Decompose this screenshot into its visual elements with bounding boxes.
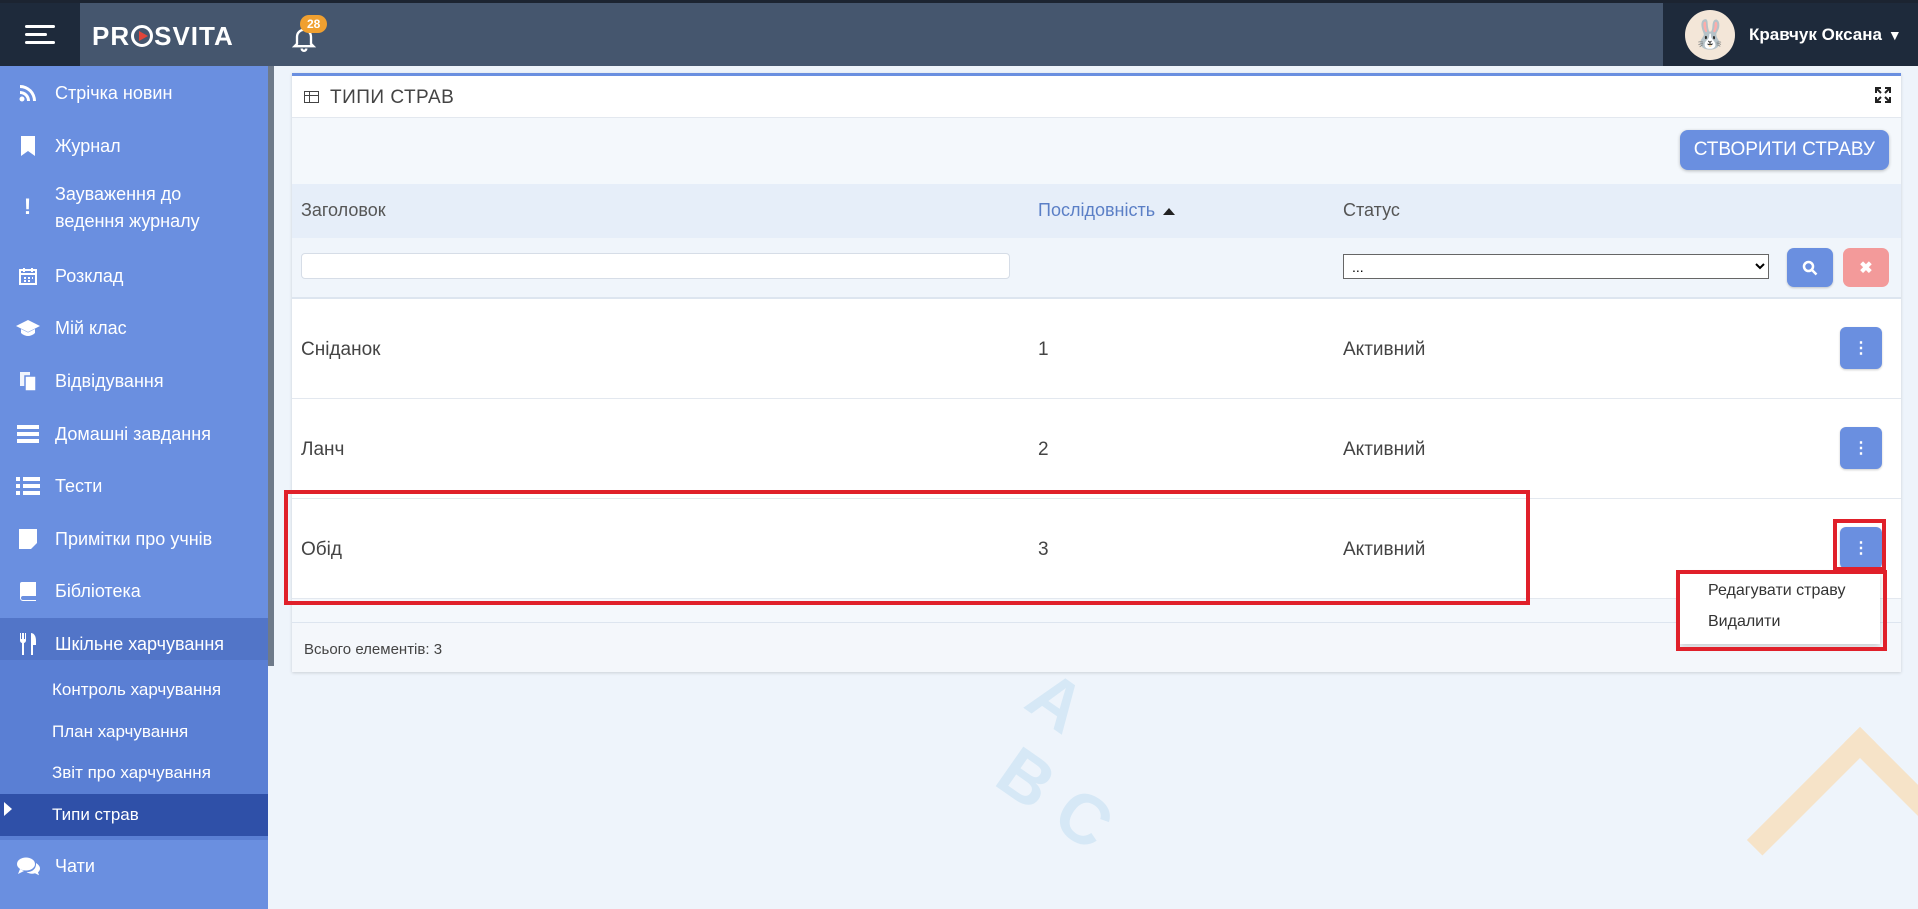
search-icon [1802,260,1818,275]
sidebar-item-label: Мій клас [55,317,127,338]
avatar: 🐰 [1685,9,1735,60]
close-icon: ✖ [1859,259,1873,277]
table-icon [304,91,319,103]
menu-item-delete[interactable]: Видалити [1708,613,1780,631]
sidebar-item-my-class[interactable]: Мій клас [0,313,268,343]
tasks-icon [0,425,55,443]
submenu-item-meal-control[interactable]: Контроль харчування [52,680,221,700]
submenu-item-dish-types[interactable]: Типи страв [52,805,139,825]
sidebar-item-label: Тести [55,475,103,496]
row-actions-menu: Редагувати страву Видалити [1680,574,1880,644]
sidebar-item-label: Відвідування [55,370,164,391]
sort-asc-icon [1163,207,1176,215]
cell-status: Активний [1343,439,1426,460]
menu-item-edit-dish[interactable]: Редагувати страву [1708,582,1845,600]
submenu-item-meal-plan[interactable]: План харчування [52,722,188,742]
sidebar-item-attendance[interactable]: Відвідування [0,366,268,396]
cell-sequence: 3 [1038,539,1049,560]
sidebar-item-schedule[interactable]: Розклад [0,261,268,291]
cell-title: Обід [301,539,342,560]
cell-sequence: 2 [1038,439,1049,460]
hamburger-icon [25,20,55,49]
sidebar-item-news[interactable]: Стрічка новин [0,78,268,108]
search-button[interactable] [1787,248,1833,287]
row-actions-button[interactable]: ⋮ [1840,327,1882,369]
title-filter-input[interactable] [301,253,1010,279]
book-icon [0,581,55,601]
list-icon [0,477,55,495]
cell-sequence: 1 [1038,339,1049,360]
more-vertical-icon: ⋮ [1853,440,1869,457]
more-vertical-icon: ⋮ [1853,540,1869,557]
clear-filter-button[interactable]: ✖ [1843,248,1889,287]
graduation-cap-icon [0,318,55,338]
table-row[interactable]: Обід 3 Активний ⋮ [292,499,1901,599]
cell-status: Активний [1343,339,1426,360]
sidebar-item-remarks[interactable]: ! Зауваження до ведення журналу [0,181,268,237]
caret-right-icon [4,802,12,816]
sidebar-item-library[interactable]: Бібліотека [0,576,268,606]
sidebar-item-label: Примітки про учнів [55,528,213,549]
panel-footer: Всього елементів: 3 [292,622,1901,672]
sidebar-scrollbar[interactable] [268,66,274,666]
sidebar-item-label: Розклад [55,265,124,286]
note-icon [0,529,55,549]
sidebar-item-label: Чати [55,855,95,876]
copy-icon [0,370,55,392]
bookmark-icon [0,136,55,156]
rss-icon [0,83,55,103]
brand-logo[interactable]: PR SVITA [92,21,234,52]
top-bar: PR SVITA 28 🐰 Кравчук Оксана ▼ [0,0,1918,66]
cell-title: Сніданок [301,339,381,360]
user-name: Кравчук Оксана [1749,24,1882,44]
sidebar-item-label: Журнал [55,135,121,156]
table-header: Заголовок Послідовність Статус [292,184,1901,238]
user-menu[interactable]: 🐰 Кравчук Оксана ▼ [1663,3,1918,66]
column-header-sequence-label: Послідовність [1038,200,1156,220]
calendar-icon [0,266,55,286]
chevron-down-icon: ▼ [1887,26,1902,43]
total-count: Всього елементів: 3 [304,641,443,658]
chat-icon [0,856,55,876]
filter-row: ... ✖ [292,238,1901,299]
sidebar-item-journal[interactable]: Журнал [0,131,268,161]
column-header-title[interactable]: Заголовок [301,200,386,221]
sidebar-item-label: Стрічка новин [55,82,173,103]
sidebar-item-chats[interactable]: Чати [0,851,268,881]
sidebar-item-label: Зауваження до ведення журналу [55,184,200,231]
notification-badge: 28 [300,15,328,33]
sidebar-item-tests[interactable]: Тести [0,471,268,501]
column-header-status[interactable]: Статус [1343,200,1400,221]
sidebar-item-label: Бібліотека [55,580,141,601]
submenu-item-meal-report[interactable]: Звіт про харчування [52,763,211,783]
table-row[interactable]: Сніданок 1 Активний ⋮ [292,299,1901,399]
abc-decoration: A B C [967,655,1127,865]
status-filter-select[interactable]: ... [1343,254,1769,279]
expand-icon[interactable] [1875,87,1891,108]
exclamation-icon: ! [23,194,32,219]
create-dish-button[interactable]: СТВОРИТИ СТРАВУ [1679,130,1889,170]
cell-status: Активний [1343,539,1426,560]
column-header-sequence[interactable]: Послідовність [1038,200,1176,221]
ruler-decoration [1746,726,1918,909]
sidebar-item-student-notes[interactable]: Примітки про учнів [0,524,268,554]
page-title: ТИПИ СТРАВ [330,87,455,108]
dish-types-panel: ТИПИ СТРАВ СТВОРИТИ СТРАВУ Заголовок Пос… [292,73,1901,672]
utensils-icon [0,633,55,655]
sidebar-item-homework[interactable]: Домашні завдання [0,419,268,449]
more-vertical-icon: ⋮ [1853,340,1869,357]
row-actions-button[interactable]: ⋮ [1840,527,1882,569]
panel-header: ТИПИ СТРАВ [292,76,1901,118]
menu-toggle-button[interactable] [0,3,80,66]
cell-title: Ланч [301,439,345,460]
sidebar-item-label: Шкільне харчування [55,633,225,654]
sidebar-item-label: Домашні завдання [55,423,211,444]
row-actions-button[interactable]: ⋮ [1840,427,1882,469]
table-row[interactable]: Ланч 2 Активний ⋮ [292,399,1901,499]
